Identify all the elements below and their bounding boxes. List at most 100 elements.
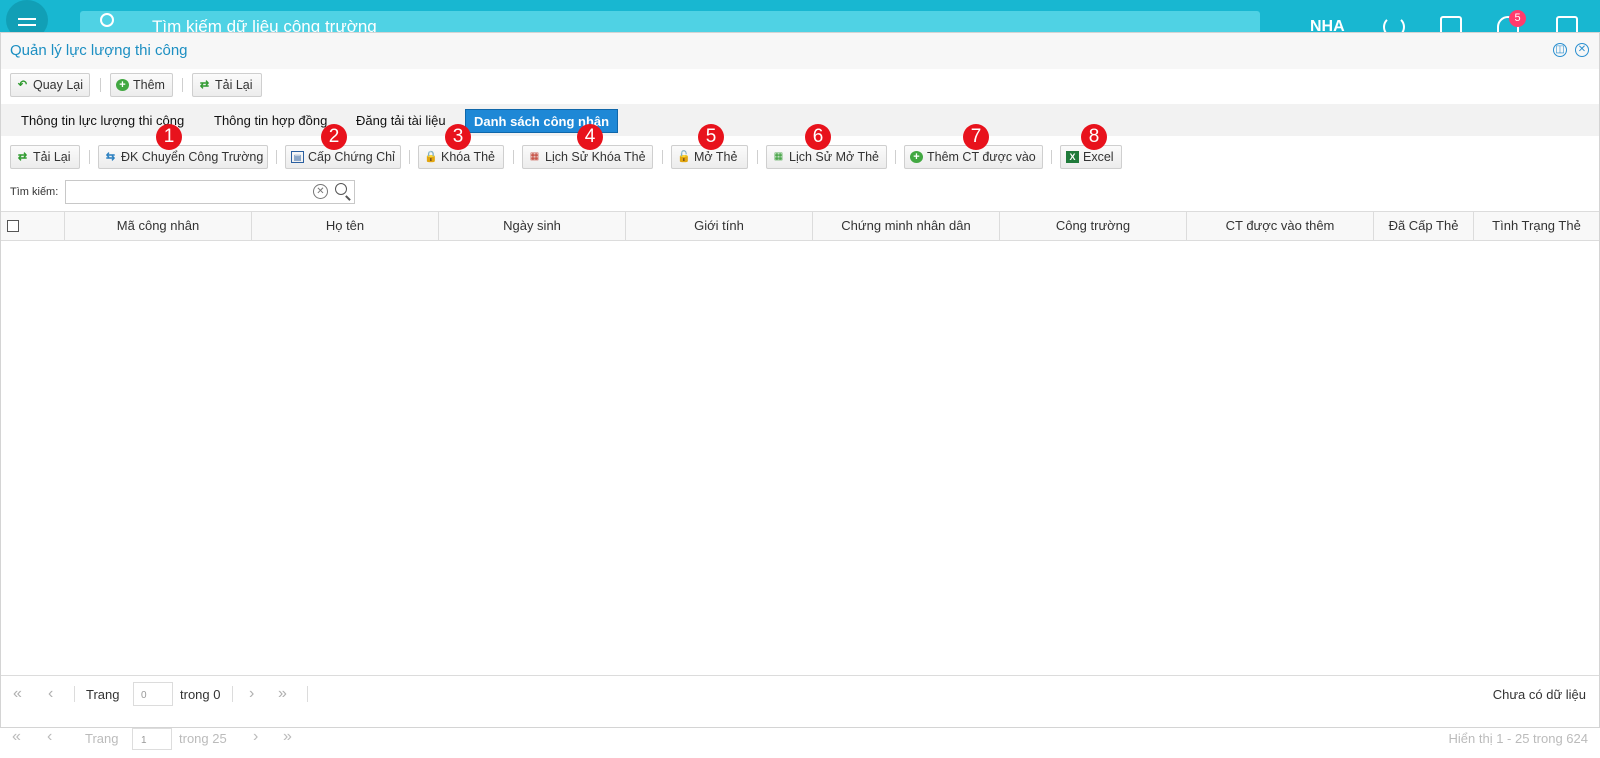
add-icon: + <box>910 151 923 163</box>
reload-workers-button[interactable]: ⇄ Tải Lại <box>10 145 80 169</box>
prev-page-icon[interactable]: ‹ <box>48 685 53 703</box>
unlock-card-label: Mở Thẻ <box>694 150 738 164</box>
close-icon[interactable]: ✕ <box>1575 43 1589 57</box>
excel-export-label: Excel <box>1083 150 1114 164</box>
next-page-icon: › <box>253 728 259 745</box>
add-label: Thêm <box>133 78 165 92</box>
pager-separator <box>307 686 308 702</box>
page-of-label: trong 0 <box>180 687 221 702</box>
annotation-marker-5: 5 <box>698 124 724 150</box>
workforce-dialog: Quản lý lực lượng thi công ◫ ✕ ↶ Quay Lạ… <box>0 32 1600 728</box>
reload-label: Tải Lại <box>215 78 253 92</box>
page-label: Trang <box>86 687 120 702</box>
dialog-title: Quản lý lực lượng thi công <box>10 42 188 59</box>
first-page-icon: « <box>12 728 21 745</box>
search-input[interactable] <box>65 180 355 204</box>
restore-icon[interactable]: ◫ <box>1553 43 1567 57</box>
column-card-status[interactable]: Tình Trạng Thẻ <box>1474 212 1599 240</box>
bg-page-of: trong 25 <box>179 731 227 746</box>
lock-card-label: Khóa Thẻ <box>441 150 495 164</box>
column-card-issued[interactable]: Đã Cấp Thẻ <box>1374 212 1474 240</box>
tab-upload-documents[interactable]: Đăng tải tài liệu <box>356 113 446 128</box>
toolbar-separator <box>757 150 758 164</box>
toolbar-separator <box>182 78 183 92</box>
annotation-marker-4: 4 <box>577 124 603 150</box>
back-button[interactable]: ↶ Quay Lại <box>10 73 90 97</box>
column-id-card[interactable]: Chứng minh nhân dân <box>813 212 1000 240</box>
add-allowed-site-label: Thêm CT được vào <box>927 150 1036 164</box>
toolbar-separator <box>895 150 896 164</box>
tab-workforce-info[interactable]: Thông tin lực lượng thi công <box>21 113 184 128</box>
bg-page-status: Hiển thị 1 - 25 trong 624 <box>1448 731 1588 746</box>
bg-page-label: Trang <box>85 731 119 746</box>
notification-badge: 5 <box>1509 10 1526 27</box>
menu-icon <box>18 18 36 20</box>
annotation-marker-6: 6 <box>805 124 831 150</box>
add-icon: + <box>116 79 129 91</box>
back-label: Quay Lại <box>33 78 84 92</box>
toolbar-separator <box>89 150 90 164</box>
transfer-icon: ⇆ <box>105 151 116 163</box>
dialog-header: Quản lý lực lượng thi công ◫ ✕ <box>1 33 1599 69</box>
unlock-history-icon: ▦ <box>773 151 784 162</box>
column-full-name[interactable]: Họ tên <box>252 212 439 240</box>
reload-workers-label: Tải Lại <box>33 150 71 164</box>
reload-icon: ⇄ <box>199 79 210 91</box>
toolbar-separator <box>662 150 663 164</box>
lock-icon: 🔒 <box>424 151 438 163</box>
search-icon <box>100 13 114 27</box>
worker-toolbar: ⇄ Tải Lại ⇆ ĐK Chuyển Công Trường ▤ Cấp … <box>10 145 1590 169</box>
tab-contract-info[interactable]: Thông tin hợp đồng <box>214 113 327 128</box>
toolbar-separator <box>513 150 514 164</box>
last-page-icon[interactable]: » <box>278 685 287 703</box>
background-pager: « ‹ Trang 1 trong 25 › » Hiển thị 1 - 25… <box>0 728 1600 758</box>
annotation-marker-3: 3 <box>445 124 471 150</box>
excel-icon: X <box>1066 151 1079 163</box>
last-page-icon: » <box>283 728 292 745</box>
search-label: Tìm kiếm: <box>10 186 59 198</box>
pager-separator <box>232 686 233 702</box>
toolbar-separator <box>276 150 277 164</box>
select-all-cell <box>1 212 65 240</box>
back-icon: ↶ <box>17 79 28 91</box>
reload-button[interactable]: ⇄ Tải Lại <box>192 73 262 97</box>
annotation-marker-1: 1 <box>156 124 182 150</box>
transfer-site-label: ĐK Chuyển Công Trường <box>121 150 264 164</box>
add-button[interactable]: + Thêm <box>110 73 173 97</box>
pager-status: Chưa có dữ liệu <box>1492 687 1586 702</box>
annotation-marker-7: 7 <box>963 124 989 150</box>
toolbar-separator <box>409 150 410 164</box>
select-all-checkbox[interactable] <box>7 220 19 232</box>
annotation-marker-8: 8 <box>1081 124 1107 150</box>
column-worker-code[interactable]: Mã công nhân <box>65 212 252 240</box>
menu-icon-line <box>18 24 36 26</box>
transfer-site-button[interactable]: ⇆ ĐK Chuyển Công Trường <box>98 145 268 169</box>
pager-separator <box>74 686 75 702</box>
next-page-icon[interactable]: › <box>249 685 254 703</box>
toolbar-separator <box>100 78 101 92</box>
prev-page-icon: ‹ <box>47 728 53 745</box>
first-page-icon[interactable]: « <box>13 685 22 703</box>
worker-grid-header: Mã công nhân Họ tên Ngày sinh Giới tính … <box>1 211 1599 241</box>
reload-icon: ⇄ <box>17 151 28 163</box>
tab-bar: Thông tin lực lượng thi công Thông tin h… <box>1 104 1599 136</box>
issue-certificate-button[interactable]: ▤ Cấp Chứng Chỉ <box>285 145 401 169</box>
column-birth-date[interactable]: Ngày sinh <box>439 212 626 240</box>
column-extra-sites[interactable]: CT được vào thêm <box>1187 212 1374 240</box>
column-site[interactable]: Công trường <box>1000 212 1187 240</box>
lock-history-icon: ▦ <box>529 151 540 162</box>
worker-grid-pager: « ‹ Trang 0 trong 0 › » Chưa có dữ liệu <box>1 675 1599 713</box>
unlock-history-label: Lịch Sử Mở Thẻ <box>789 150 879 164</box>
search-icon[interactable] <box>335 183 347 195</box>
unlock-history-button[interactable]: ▦ Lịch Sử Mở Thẻ <box>766 145 887 169</box>
certificate-icon: ▤ <box>291 151 304 163</box>
column-gender[interactable]: Giới tính <box>626 212 813 240</box>
bg-page-input[interactable]: 1 <box>132 728 172 750</box>
unlock-icon: 🔓 <box>677 151 691 163</box>
clear-search-icon[interactable]: ✕ <box>313 184 328 199</box>
annotation-marker-2: 2 <box>321 124 347 150</box>
page-input[interactable]: 0 <box>133 682 173 706</box>
lock-history-label: Lịch Sử Khóa Thẻ <box>545 150 646 164</box>
issue-certificate-label: Cấp Chứng Chỉ <box>308 150 395 164</box>
toolbar-separator <box>1051 150 1052 164</box>
